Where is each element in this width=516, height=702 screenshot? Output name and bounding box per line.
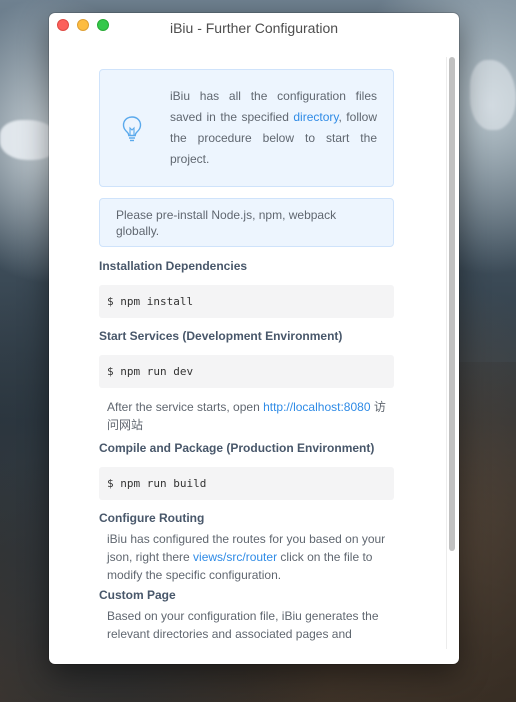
window-title: iBiu - Further Configuration <box>169 20 339 36</box>
dev-after-text-start: After the service starts, open <box>107 400 264 414</box>
title-bar[interactable]: iBiu - Further Configuration <box>49 13 459 43</box>
section-heading-routing: Configure Routing <box>99 511 205 525</box>
lightbulb-icon <box>122 116 142 142</box>
directory-link[interactable]: directory <box>293 110 338 124</box>
dev-after-text: After the service starts, open http://lo… <box>99 398 394 434</box>
scrollbar-thumb[interactable] <box>449 57 455 551</box>
section-heading-dev: Start Services (Development Environment) <box>99 329 343 343</box>
custom-page-text: Based on your configuration file, iBiu g… <box>107 609 379 641</box>
section-heading-custom: Custom Page <box>99 588 176 602</box>
prerequisite-note: Please pre-install Node.js, npm, webpack… <box>99 198 394 247</box>
code-npm-run-build[interactable]: $ npm run build <box>99 467 394 500</box>
section-heading-build: Compile and Package (Production Environm… <box>99 441 375 455</box>
code-npm-run-dev[interactable]: $ npm run dev <box>99 355 394 388</box>
app-window: iBiu - Further Configuration iBiu has al… <box>49 13 459 664</box>
content-area: iBiu has all the configuration files sav… <box>99 69 394 643</box>
background-snow <box>470 60 516 130</box>
router-path-link[interactable]: views/src/router <box>193 550 277 564</box>
localhost-link[interactable]: http://localhost:8080 <box>263 400 370 414</box>
info-message: iBiu has all the configuration files sav… <box>170 86 377 170</box>
info-alert: iBiu has all the configuration files sav… <box>99 69 394 187</box>
code-npm-install[interactable]: $ npm install <box>99 285 394 318</box>
section-heading-install: Installation Dependencies <box>99 259 248 273</box>
routing-text: iBiu has configured the routes for you b… <box>99 530 394 584</box>
